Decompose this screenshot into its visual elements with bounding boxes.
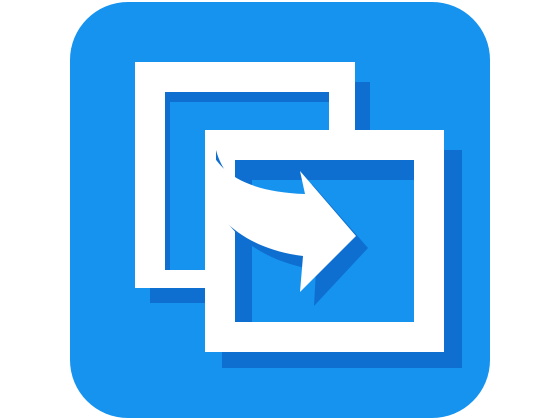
transfer-windows-icon: [70, 2, 490, 418]
icon-stage: [0, 0, 560, 420]
